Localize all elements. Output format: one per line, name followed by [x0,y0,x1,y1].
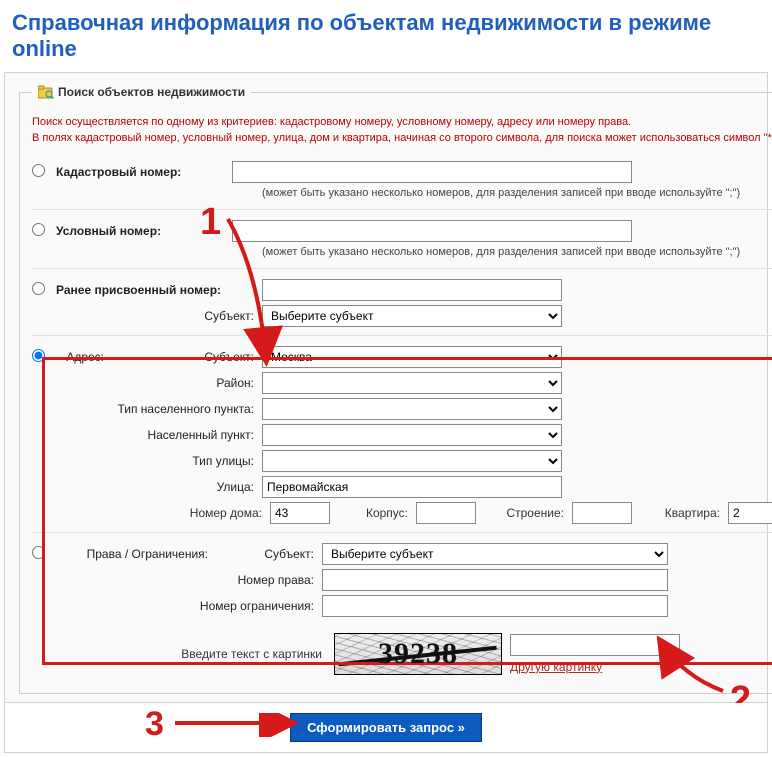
select-prev-subject[interactable]: Выберите субъект [262,305,562,327]
input-captcha[interactable] [510,634,680,656]
select-settlement[interactable] [262,424,562,446]
label-flat: Квартира: [640,506,720,520]
legend-text: Поиск объектов недвижимости [58,85,245,99]
input-building[interactable] [572,502,632,524]
hint-line-2: В полях кадастровый номер, условный номе… [32,131,772,147]
radio-conditional[interactable] [32,223,45,236]
row-cadastral: Кадастровый номер: [32,161,772,183]
input-right-no[interactable] [322,569,668,591]
captcha-image: 39238 [334,633,502,675]
note-cadastral: (может быть указано несколько номеров, д… [32,187,772,199]
select-district[interactable] [262,372,562,394]
select-addr-subject[interactable]: Москва [262,346,562,368]
label-korpus: Корпус: [338,506,408,520]
annotation-3-arrow [173,713,303,737]
input-korpus[interactable] [416,502,476,524]
note-conditional: (может быть указано несколько номеров, д… [32,246,772,258]
label-restrict-no: Номер ограничения: [32,599,322,613]
row-prev-subject: Субъект: Выберите субъект [32,305,772,327]
page-title: Справочная информация по объектам недвиж… [4,4,768,72]
row-rights: Права / Ограничения: Субъект: Выберите с… [32,543,772,565]
input-house[interactable] [270,502,330,524]
fieldset-legend: Поиск объектов недвижимости [32,85,251,99]
input-cadastral[interactable] [232,161,632,183]
label-district: Район: [32,376,262,390]
search-fieldset: Поиск объектов недвижимости Поиск осущес… [19,85,772,694]
row-prev: Ранее присвоенный номер: [32,279,772,301]
label-settlement: Населенный пункт: [32,428,262,442]
label-settlement-type: Тип населенного пункта: [32,402,262,416]
row-captcha: Введите текст с картинки 39238 Другую ка… [32,633,772,675]
label-rights: Права / Ограничения: [56,547,216,561]
hint-line-1: Поиск осуществляется по одному из критер… [32,115,772,131]
label-rights-subject: Субъект: [216,547,322,561]
link-change-captcha[interactable]: Другую картинку [510,660,680,674]
search-folder-icon [38,85,54,99]
label-cadastral: Кадастровый номер: [56,165,232,179]
radio-address[interactable] [32,349,45,362]
label-building: Строение: [484,506,564,520]
submit-button[interactable]: Сформировать запрос » [290,713,482,742]
label-address: Адрес: [56,350,112,364]
label-addr-subject: Субъект: [112,350,262,364]
input-street[interactable] [262,476,562,498]
form-panel: Поиск объектов недвижимости Поиск осущес… [4,72,768,703]
input-flat[interactable] [728,502,772,524]
label-prev: Ранее присвоенный номер: [56,283,262,297]
label-house: Номер дома: [32,506,262,520]
annotation-3-number: 3 [145,705,164,744]
label-captcha: Введите текст с картинки [32,647,326,661]
submit-bar: Сформировать запрос » 3 [4,703,768,753]
label-street-type: Тип улицы: [32,454,262,468]
input-restrict-no[interactable] [322,595,668,617]
select-rights-subject[interactable]: Выберите субъект [322,543,668,565]
input-prev[interactable] [262,279,562,301]
row-address: Адрес: Субъект: Москва [32,346,772,368]
input-conditional[interactable] [232,220,632,242]
row-conditional: Условный номер: [32,220,772,242]
radio-cadastral[interactable] [32,164,45,177]
select-street-type[interactable] [262,450,562,472]
select-settlement-type[interactable] [262,398,562,420]
radio-rights[interactable] [32,546,45,559]
row-house: Номер дома: Корпус: Строение: Квартира: [32,502,772,524]
label-street: Улица: [32,480,262,494]
label-prev-subject: Субъект: [32,309,262,323]
hint-block: Поиск осуществляется по одному из критер… [32,115,772,147]
radio-prev[interactable] [32,282,45,295]
label-conditional: Условный номер: [56,224,232,238]
label-right-no: Номер права: [32,573,322,587]
